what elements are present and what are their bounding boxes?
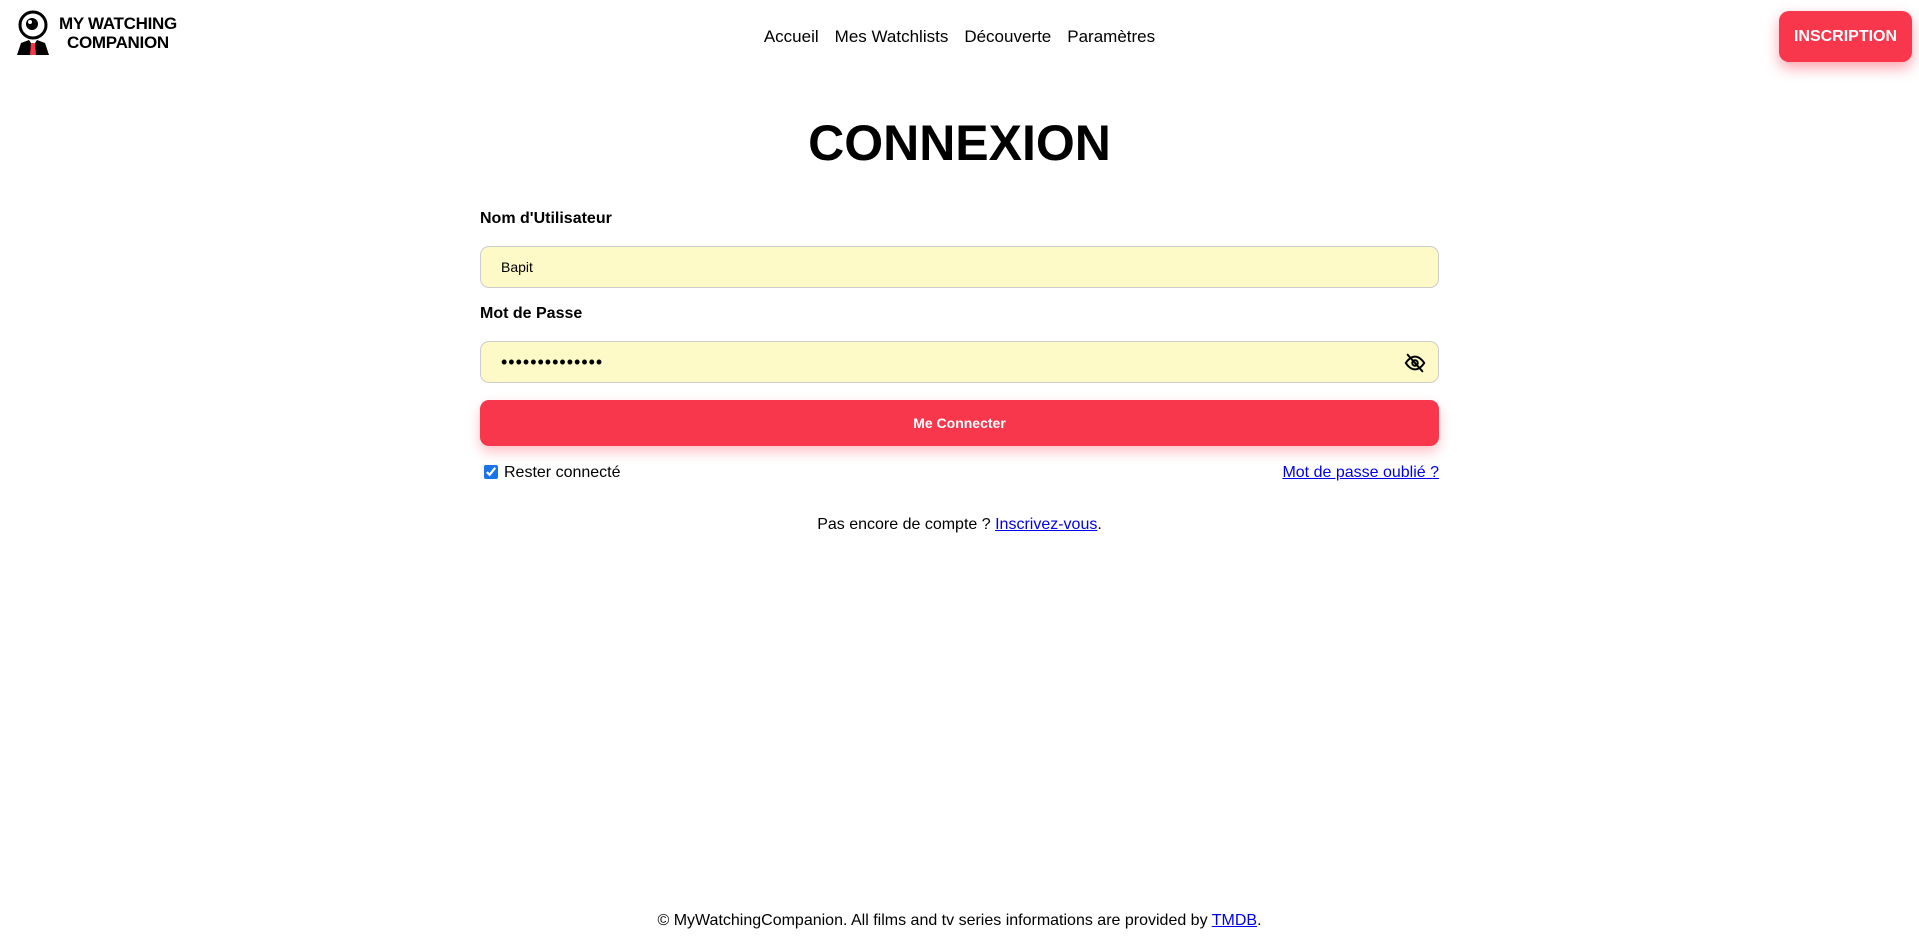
remember-me[interactable]: Rester connecté bbox=[484, 464, 621, 482]
signup-button[interactable]: INSCRIPTION bbox=[1779, 11, 1912, 62]
no-account-label: Pas encore de compte ? bbox=[817, 516, 996, 533]
login-form: Nom d'Utilisateur Bapit Mot de Passe •••… bbox=[480, 210, 1439, 534]
nav-watchlists[interactable]: Mes Watchlists bbox=[835, 27, 949, 47]
nav-decouverte[interactable]: Découverte bbox=[964, 27, 1051, 47]
username-label: Nom d'Utilisateur bbox=[480, 210, 612, 227]
password-value: •••••••••••••• bbox=[501, 351, 604, 372]
login-button[interactable]: Me Connecter bbox=[480, 400, 1439, 446]
nav-accueil[interactable]: Accueil bbox=[764, 27, 819, 47]
signup-link[interactable]: Inscrivez-vous bbox=[995, 516, 1097, 533]
tmdb-link[interactable]: TMDB bbox=[1212, 912, 1257, 929]
page-title: CONNEXION bbox=[808, 115, 1111, 171]
footer-period: . bbox=[1257, 912, 1262, 929]
remember-checkbox[interactable] bbox=[484, 465, 498, 479]
main-nav: Accueil Mes Watchlists Découverte Paramè… bbox=[0, 27, 1919, 47]
period: . bbox=[1097, 516, 1102, 533]
username-value: Bapit bbox=[501, 259, 533, 275]
nav-parametres[interactable]: Paramètres bbox=[1067, 27, 1155, 47]
eye-slash-icon[interactable] bbox=[1404, 352, 1426, 374]
no-account-text: Pas encore de compte ? Inscrivez-vous. bbox=[480, 516, 1439, 534]
remember-label: Rester connecté bbox=[504, 464, 621, 481]
footer: © MyWatchingCompanion. All films and tv … bbox=[0, 912, 1919, 930]
password-label: Mot de Passe bbox=[480, 305, 583, 322]
username-input[interactable]: Bapit bbox=[480, 246, 1439, 288]
password-input[interactable]: •••••••••••••• bbox=[480, 341, 1439, 383]
forgot-password-link[interactable]: Mot de passe oublié ? bbox=[1282, 464, 1439, 482]
footer-text: © MyWatchingCompanion. All films and tv … bbox=[657, 912, 1212, 929]
